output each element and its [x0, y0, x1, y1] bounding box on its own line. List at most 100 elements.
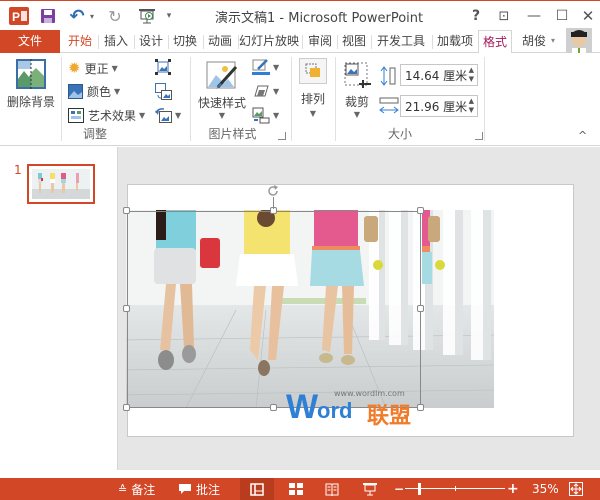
group-divider	[291, 57, 292, 141]
shape-height-input[interactable]: 14.64 厘米 ▲ ▼	[400, 64, 478, 86]
slide-sorter-view-button[interactable]	[286, 478, 306, 500]
compress-pictures-button[interactable]	[155, 59, 171, 75]
user-menu-caret[interactable]: ▾	[548, 30, 558, 53]
shape-width-spinner[interactable]: ▲ ▼	[469, 97, 474, 115]
picture-layout-icon	[252, 107, 270, 124]
zoom-slider-thumb[interactable]	[417, 483, 421, 495]
normal-view-icon	[250, 482, 264, 496]
powerpoint-app-icon[interactable]: P	[8, 6, 30, 26]
shape-width-value: 21.96 厘米	[405, 99, 468, 114]
color-button[interactable]: 颜色 ▼	[68, 83, 120, 100]
arrange-icon	[299, 58, 327, 84]
redo-icon[interactable]: ↻	[106, 6, 124, 26]
picture-layout-button[interactable]: ▼	[252, 107, 279, 124]
change-picture-icon	[155, 83, 172, 100]
rotate-handle-icon[interactable]	[266, 184, 280, 198]
tab-transitions[interactable]: 切换	[169, 30, 201, 53]
zoom-out-button[interactable]: −	[394, 478, 404, 500]
compress-pictures-icon	[155, 59, 171, 75]
comments-button[interactable]: 批注	[178, 478, 220, 500]
help-icon[interactable]: ?	[466, 6, 486, 26]
resize-handle-top-right[interactable]	[417, 207, 424, 214]
tab-review[interactable]: 审阅	[304, 30, 336, 53]
chevron-down-icon: ▼	[353, 110, 361, 119]
corrections-sun-icon: ✹	[68, 59, 81, 77]
tab-developer[interactable]: 开发工具	[372, 30, 430, 53]
quick-styles-button[interactable]: 快速样式 ▼	[196, 61, 248, 120]
watermark-url: www.wordlm.com	[334, 389, 405, 398]
user-name[interactable]: 胡俊	[520, 30, 548, 53]
normal-view-button[interactable]	[240, 478, 274, 500]
picture-effects-button[interactable]: ▼	[252, 83, 279, 99]
corrections-label: 更正	[84, 61, 109, 76]
tab-slideshow[interactable]: 幻灯片放映	[239, 30, 299, 53]
change-picture-button[interactable]	[155, 83, 172, 100]
reading-view-button[interactable]	[322, 478, 342, 500]
remove-background-icon	[16, 59, 46, 91]
reset-picture-button[interactable]: ▼	[155, 107, 181, 123]
quick-styles-label: 快速样式	[197, 96, 246, 110]
status-bar: ≙ 备注 批注 − + 35%	[0, 478, 600, 500]
ribbon-display-options-icon[interactable]: ⊡	[494, 6, 514, 26]
maximize-icon[interactable]: ☐	[552, 6, 572, 26]
artistic-effects-button[interactable]: 艺术效果 ▼	[68, 107, 145, 124]
resize-handle-bottom[interactable]	[270, 404, 277, 411]
picture-border-button[interactable]: ▼	[252, 59, 279, 75]
zoom-slider-100-marker	[455, 486, 456, 491]
chevron-down-icon: ▼	[114, 87, 121, 96]
fit-slide-to-window-button[interactable]	[568, 478, 584, 500]
comments-label: 批注	[196, 482, 221, 497]
picture-styles-dialog-launcher[interactable]	[278, 132, 286, 140]
close-icon[interactable]: ✕	[578, 6, 598, 26]
tab-animations[interactable]: 动画	[204, 30, 236, 53]
tab-home[interactable]: 开始	[64, 30, 96, 53]
svg-text:P: P	[12, 10, 20, 24]
chevron-down-icon: ▼	[273, 62, 280, 72]
artistic-effects-label: 艺术效果	[88, 109, 137, 123]
remove-background-button[interactable]: 删除背景	[6, 59, 56, 110]
resize-handle-bottom-left[interactable]	[123, 404, 130, 411]
notes-button[interactable]: ≙ 备注	[118, 478, 155, 500]
undo-dropdown-caret[interactable]: ▾	[88, 6, 96, 26]
chevron-down-icon: ▼	[111, 63, 118, 73]
tab-picture-format[interactable]: 格式	[478, 30, 512, 54]
color-picture-icon	[68, 84, 83, 99]
crop-label: 裁剪	[344, 95, 369, 109]
collapse-ribbon-icon[interactable]: ^	[578, 129, 587, 142]
title-bar: P ↶ ▾ ↻ ▾ 演示文稿1 - Microsoft PowerPoint ?…	[0, 0, 600, 30]
customize-quick-access-icon[interactable]: ▾	[164, 6, 174, 26]
slideshow-view-button[interactable]	[360, 478, 380, 500]
adjust-group-label: 调整	[82, 127, 107, 141]
picture-styles-group-label: 图片样式	[208, 127, 257, 141]
arrange-button[interactable]: 排列 ▼	[296, 58, 330, 118]
shape-height-spinner[interactable]: ▲ ▼	[469, 66, 474, 84]
crop-button[interactable]: 裁剪 ▼	[340, 61, 374, 119]
zoom-level[interactable]: 35%	[532, 478, 559, 500]
start-slideshow-icon[interactable]	[136, 6, 158, 26]
slide-thumbnail[interactable]	[27, 164, 95, 204]
resize-handle-top-left[interactable]	[123, 207, 130, 214]
corrections-button[interactable]: ✹ 更正 ▼	[68, 59, 118, 77]
picture-selection-frame	[127, 211, 421, 408]
shape-width-input[interactable]: 21.96 厘米 ▲ ▼	[400, 95, 478, 117]
resize-handle-bottom-right[interactable]	[417, 404, 424, 411]
comments-icon	[179, 484, 191, 494]
quick-styles-icon	[206, 61, 238, 89]
resize-handle-left[interactable]	[123, 305, 130, 312]
tab-file[interactable]: 文件	[0, 30, 60, 53]
tab-view[interactable]: 视图	[338, 30, 370, 53]
tab-insert[interactable]: 插入	[100, 30, 132, 53]
shape-height-icon	[380, 66, 396, 86]
watermark-logo-cn: 联盟	[367, 404, 412, 429]
save-icon[interactable]	[38, 6, 58, 26]
user-avatar[interactable]	[566, 28, 592, 54]
undo-icon[interactable]: ↶	[68, 6, 86, 27]
tab-design[interactable]: 设计	[135, 30, 167, 53]
zoom-in-button[interactable]: +	[507, 478, 519, 500]
resize-handle-right[interactable]	[417, 305, 424, 312]
minimize-icon[interactable]: —	[524, 6, 544, 26]
tab-add-ins[interactable]: 加载项	[433, 30, 477, 53]
size-dialog-launcher[interactable]	[475, 132, 483, 140]
arrange-label: 排列	[300, 92, 325, 106]
color-label: 颜色	[87, 85, 112, 99]
